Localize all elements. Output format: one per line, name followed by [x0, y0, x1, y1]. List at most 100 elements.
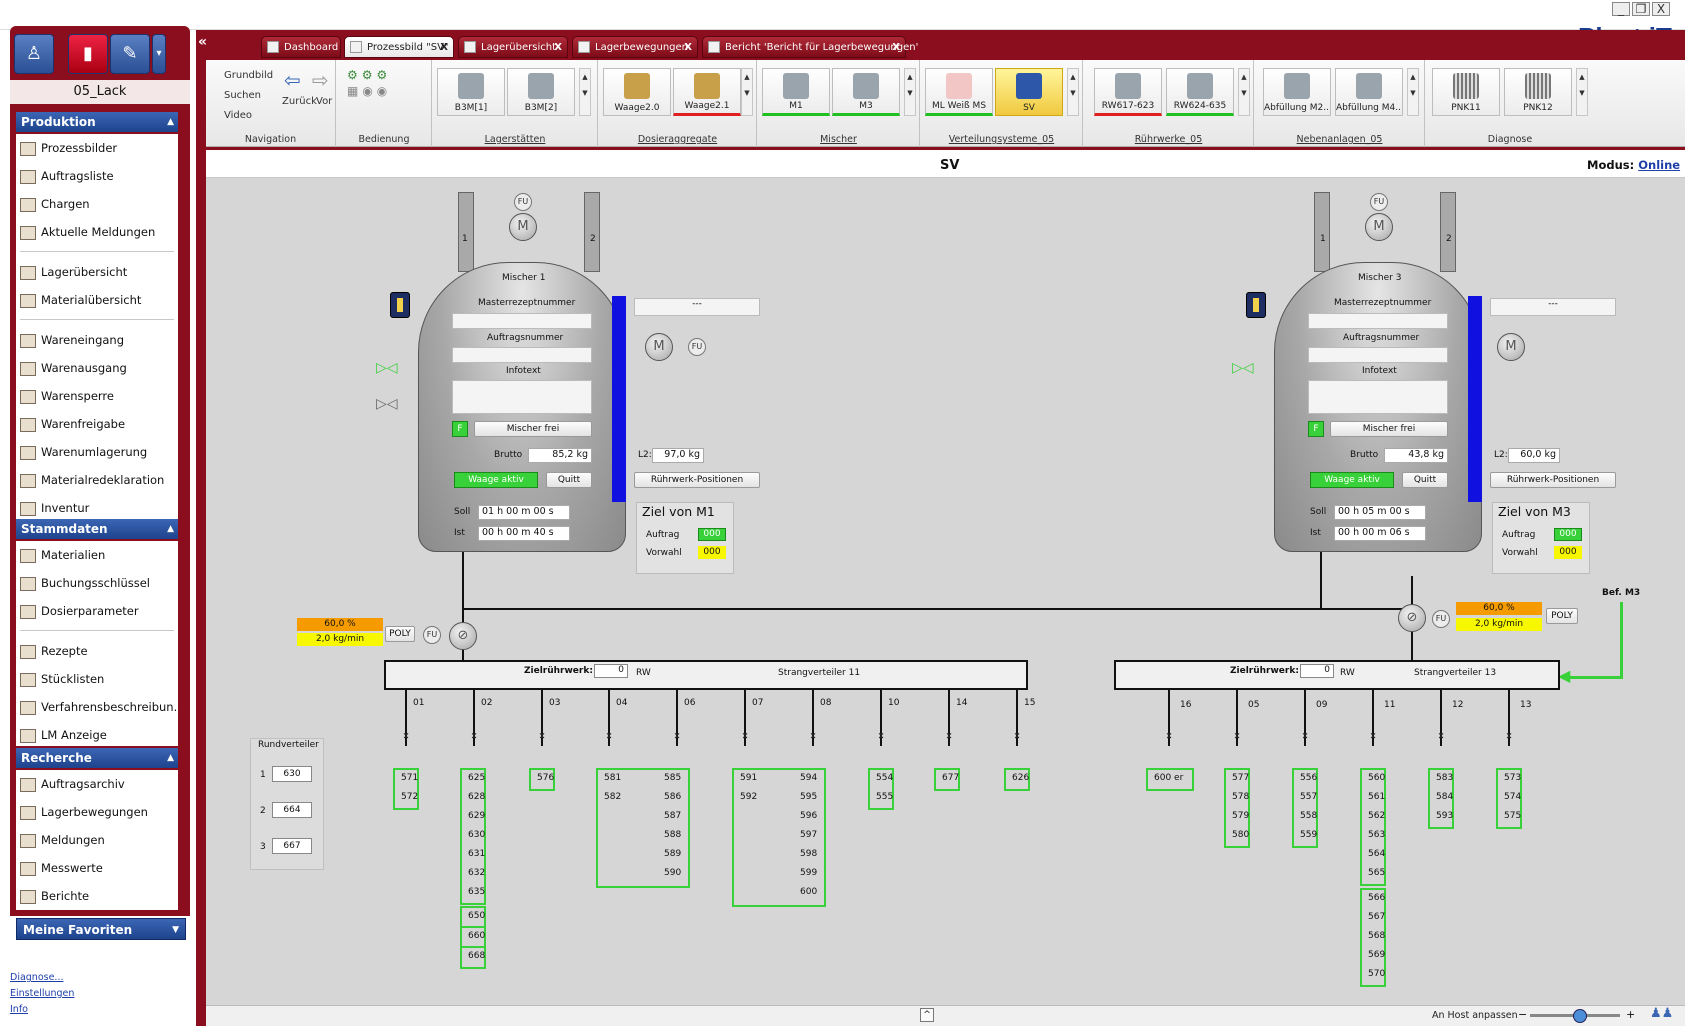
target-box-03[interactable]: 576 — [529, 768, 555, 791]
target-box-02[interactable]: 625 628 629 630 631 632 635 — [460, 768, 486, 905]
ribbon-button-ml-weiss[interactable]: ML Weiß MS — [925, 68, 993, 116]
scroll-up-icon[interactable]: ^ — [920, 1008, 934, 1022]
target-box-11b[interactable]: 566 567 568 569 570 — [1360, 888, 1386, 987]
tab-prozessbild[interactable]: Prozessbild "SV" X — [344, 36, 454, 58]
sidebar-item-rezepte[interactable]: Rezepte — [16, 637, 178, 665]
valve-icon[interactable]: ⧗ — [809, 730, 817, 742]
user-icon[interactable]: ♙ — [14, 34, 54, 74]
rund-value[interactable]: 664 — [272, 802, 312, 818]
distributor-11[interactable] — [384, 660, 1028, 690]
f-indicator[interactable]: F — [1308, 421, 1324, 437]
sidebar-item-materialuebersicht[interactable]: Materialübersicht — [16, 286, 178, 314]
sidebar-item-warensperre[interactable]: Warensperre — [16, 382, 178, 410]
sidebar-item-auftragsliste[interactable]: Auftragsliste — [16, 162, 178, 190]
agitator-motor-icon[interactable]: M — [1497, 333, 1525, 361]
target-agitator-input[interactable]: 0 — [1300, 664, 1334, 678]
valve-icon[interactable]: ⧗ — [1013, 730, 1021, 742]
ribbon-scroll[interactable]: ▲ ▼ — [579, 68, 591, 116]
suchen-button[interactable]: Suchen — [224, 90, 261, 101]
link-einstellungen[interactable]: Einstellungen — [10, 988, 74, 999]
ribbon-button-m3[interactable]: M3 — [832, 68, 900, 116]
ribbon-button-sv[interactable]: SV — [995, 68, 1063, 116]
forward-arrow-icon[interactable]: ⇨ — [312, 68, 329, 92]
poly-button[interactable]: POLY — [1546, 608, 1578, 624]
sidebar-item-wareneingang[interactable]: Wareneingang — [16, 326, 178, 354]
tools-icon[interactable]: ✎ — [110, 34, 150, 74]
target-agitator-input[interactable]: 0 — [594, 664, 628, 678]
close-icon[interactable]: X — [554, 37, 562, 59]
sidebar-item-messwerte[interactable]: Messwerte — [16, 854, 178, 882]
sidebar-item-lageruebersicht[interactable]: Lagerübersicht — [16, 258, 178, 286]
section-stammdaten[interactable]: Stammdaten ▲ — [16, 519, 178, 539]
status-indicator-icon[interactable] — [390, 292, 410, 318]
sidebar-item-auftragsarchiv[interactable]: Auftragsarchiv — [16, 770, 178, 798]
valve-icon[interactable]: ⧗ — [741, 730, 749, 742]
target-box-16[interactable]: 600 er — [1146, 768, 1194, 791]
valve-icon[interactable]: ⧗ — [945, 730, 953, 742]
target-box-10[interactable]: 554 555 — [868, 768, 894, 810]
sidebar-item-berichte[interactable]: Berichte — [16, 882, 178, 910]
sidebar-item-lagerbewegungen[interactable]: Lagerbewegungen — [16, 798, 178, 826]
valve-icon[interactable]: ⧗ — [1233, 730, 1241, 742]
mixer-free-button[interactable]: Mischer frei — [1330, 421, 1448, 437]
video-button[interactable]: Video — [224, 110, 252, 121]
rund-value[interactable]: 667 — [272, 838, 312, 854]
agitator-positions-button[interactable]: Rührwerk-Positionen — [634, 472, 760, 488]
sidebar-item-lm-anzeige[interactable]: LM Anzeige — [16, 721, 178, 749]
ribbon-button-b3m2[interactable]: B3M[2] — [507, 68, 575, 116]
sidebar-item-prozessbilder[interactable]: Prozessbilder — [16, 134, 178, 162]
f-indicator[interactable]: F — [452, 421, 468, 437]
valve-icon[interactable]: ⧗ — [1437, 730, 1445, 742]
ribbon-scroll[interactable]: ▲ ▼ — [1407, 68, 1419, 116]
ribbon-button-rw617[interactable]: RW617-623 — [1094, 68, 1162, 116]
ribbon-button-pnk11[interactable]: PNK11 — [1432, 68, 1500, 116]
grundbild-button[interactable]: Grundbild — [224, 70, 273, 81]
valve-icon[interactable]: ⧗ — [1505, 730, 1513, 742]
sidebar-item-warenfreigabe[interactable]: Warenfreigabe — [16, 410, 178, 438]
motor-icon[interactable]: M — [509, 213, 537, 241]
favorites-menu[interactable]: Meine Favoriten ▼ — [16, 918, 186, 940]
sidebar-item-verfahren[interactable]: Verfahrensbeschreibun... — [16, 693, 178, 721]
tab-bericht[interactable]: Bericht 'Bericht für Lagerbewegungen' X — [702, 36, 918, 58]
inlet-valve-icon[interactable]: ▷◁ — [376, 396, 398, 412]
valve-icon[interactable]: ⧗ — [470, 730, 478, 742]
fu-indicator[interactable]: FU — [1370, 193, 1388, 211]
sidebar-item-dosierparameter[interactable]: Dosierparameter — [16, 597, 178, 625]
target-box-07-08[interactable]: 591 594 592 595 596 597 598 599 600 — [732, 768, 826, 907]
tab-dashboard[interactable]: Dashboard — [261, 36, 341, 58]
ribbon-button-abfuellung-m4[interactable]: Abfüllung M4... — [1335, 68, 1403, 116]
target-box-12[interactable]: 583 584 593 — [1428, 768, 1454, 829]
ribbon-button-pnk12[interactable]: PNK12 — [1504, 68, 1572, 116]
sidebar-menu-icon[interactable]: ▾ — [152, 34, 166, 74]
valve-icon[interactable]: ⧗ — [605, 730, 613, 742]
section-recherche[interactable]: Recherche ▲ — [16, 748, 178, 768]
valve-icon[interactable]: ⧗ — [402, 730, 410, 742]
motor-icon[interactable]: M — [1365, 213, 1393, 241]
valve-icon[interactable]: ⧗ — [1165, 730, 1173, 742]
ribbon-scroll[interactable]: ▲ ▼ — [1067, 68, 1079, 116]
mode-value[interactable]: Online — [1638, 158, 1680, 172]
sidebar-item-meldungen-aktuell[interactable]: Aktuelle Meldungen — [16, 218, 178, 246]
fu-indicator[interactable]: FU — [688, 338, 706, 356]
sidebar-item-inventur[interactable]: Inventur — [16, 494, 178, 522]
tab-lageruebersicht[interactable]: Lagerübersicht X — [458, 36, 568, 58]
user-icon[interactable]: ♟♟ — [1650, 1006, 1673, 1021]
target-box-09[interactable]: 556 557 558 559 — [1292, 768, 1318, 848]
close-icon[interactable]: X — [440, 37, 448, 59]
pump-icon[interactable]: ⊘ — [1398, 604, 1426, 632]
ribbon-button-abfuellung-m2[interactable]: Abfüllung M2... — [1263, 68, 1331, 116]
operation-icons[interactable]: ⚙⚙⚙ — [347, 68, 391, 82]
valve-icon[interactable]: ⧗ — [1301, 730, 1309, 742]
quitt-button[interactable]: Quitt — [546, 472, 592, 488]
maximize-button[interactable]: ❐ — [1632, 2, 1650, 16]
target-box-01[interactable]: 571 572 — [393, 768, 419, 810]
sidebar-item-meldungen[interactable]: Meldungen — [16, 826, 178, 854]
ribbon-button-waage21[interactable]: Waage2.1 — [673, 68, 741, 116]
sidebar-item-materialien[interactable]: Materialien — [16, 541, 178, 569]
sidebar-item-warenumlagerung[interactable]: Warenumlagerung — [16, 438, 178, 466]
sidebar-item-stuecklisten[interactable]: Stücklisten — [16, 665, 178, 693]
sidebar-item-buchungsschluessel[interactable]: Buchungsschlüssel — [16, 569, 178, 597]
vor-button[interactable]: Vor — [316, 96, 332, 107]
fu-indicator[interactable]: FU — [514, 193, 532, 211]
zurueck-button[interactable]: Zurück — [282, 96, 317, 107]
